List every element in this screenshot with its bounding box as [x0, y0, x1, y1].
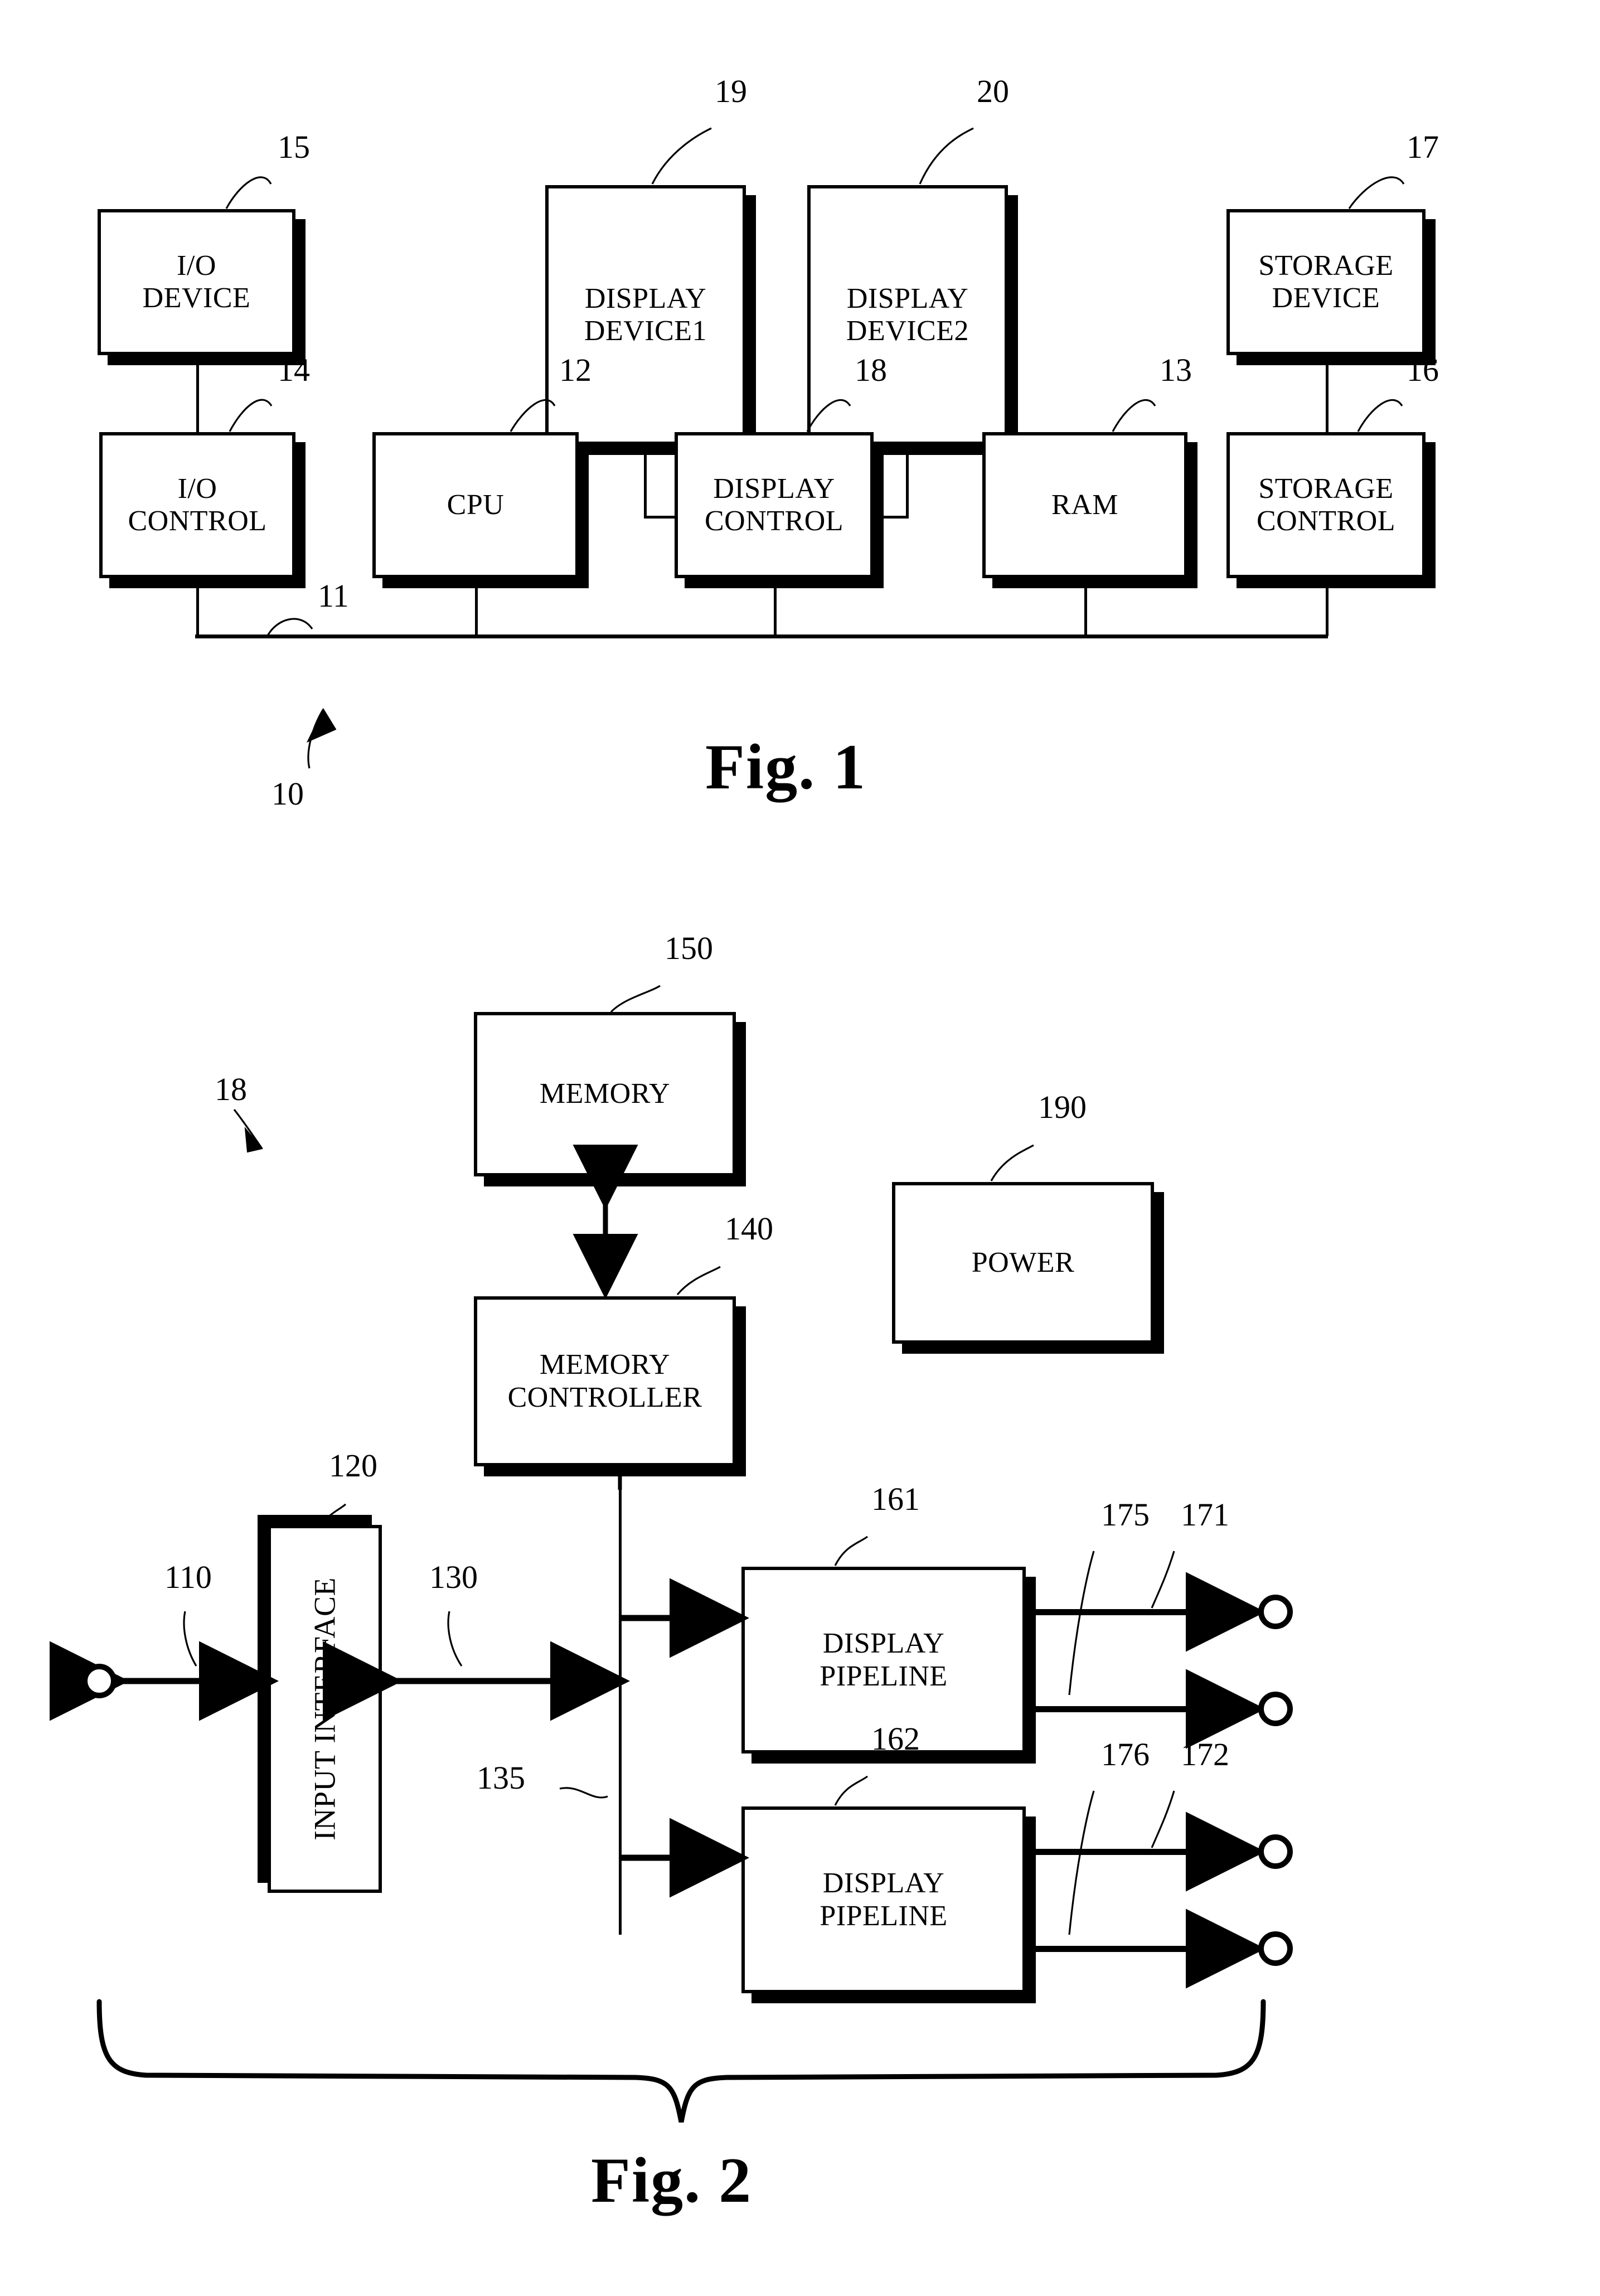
ref-17: 17 — [1407, 129, 1439, 165]
block-storage-control[interactable]: STORAGE CONTROL — [1226, 432, 1426, 578]
block-display-pipeline-2-label: DISPLAY PIPELINE — [820, 1867, 948, 1932]
block-memory-controller[interactable]: MEMORY CONTROLLER — [474, 1296, 736, 1466]
output-terminal-circle-176 — [1258, 1931, 1293, 1966]
ref-10: 10 — [271, 776, 304, 812]
ref-175: 175 — [1101, 1496, 1150, 1533]
line-storage-device-to-storage-control — [1326, 355, 1329, 436]
block-io-device-label: I/O DEVICE — [142, 249, 251, 314]
ref-18: 18 — [855, 352, 887, 388]
block-display-pipeline-2[interactable]: DISPLAY PIPELINE — [741, 1806, 1026, 1993]
output-line-171 — [1031, 1609, 1252, 1615]
ref-110: 110 — [164, 1559, 212, 1595]
ref-130: 130 — [429, 1559, 478, 1595]
block-io-control-label: I/O CONTROL — [128, 472, 267, 537]
block-display-device1-label: DISPLAY DEVICE1 — [584, 282, 707, 347]
patent-figure-sheet: I/O DEVICE DISPLAY DEVICE1 DISPLAY DEVIC… — [0, 0, 1600, 2296]
fig1-system-arrowhead — [306, 708, 337, 743]
ref-190: 190 — [1038, 1089, 1087, 1125]
output-terminal-circle-175 — [1258, 1692, 1293, 1726]
fig2-system-arrowhead — [244, 1126, 263, 1153]
line-display-control-to-bus — [774, 578, 777, 636]
ref-176: 176 — [1101, 1736, 1150, 1772]
input-port-terminal-circle — [82, 1664, 117, 1698]
line-display-device1-down — [644, 444, 647, 517]
output-line-175 — [1031, 1706, 1252, 1712]
block-memory[interactable]: MEMORY — [474, 1012, 736, 1176]
block-io-control[interactable]: I/O CONTROL — [99, 432, 295, 578]
ref-135: 135 — [477, 1760, 525, 1796]
block-storage-control-label: STORAGE CONTROL — [1256, 472, 1396, 537]
block-cpu-label: CPU — [447, 488, 505, 521]
block-input-interface-label: INPUT INTERFACE — [308, 1577, 342, 1841]
block-input-interface[interactable]: INPUT INTERFACE — [268, 1525, 382, 1893]
output-line-176 — [1031, 1946, 1252, 1952]
line-ram-to-bus — [1084, 578, 1087, 636]
line-cpu-to-bus — [475, 578, 478, 636]
block-storage-device-label: STORAGE DEVICE — [1258, 249, 1394, 314]
internal-bus-spine — [619, 1464, 622, 1935]
block-power[interactable]: POWER — [892, 1182, 1154, 1344]
ref-15: 15 — [278, 129, 310, 165]
ref-18-fig2: 18 — [215, 1071, 247, 1107]
block-cpu[interactable]: CPU — [372, 432, 579, 578]
ref-11: 11 — [318, 578, 349, 614]
output-terminal-circle-172 — [1258, 1834, 1293, 1869]
ref-13: 13 — [1160, 352, 1192, 388]
block-display-device2-label: DISPLAY DEVICE2 — [846, 282, 969, 347]
figure-1-caption: Fig. 1 — [705, 732, 867, 803]
ref-20: 20 — [977, 73, 1009, 109]
output-terminal-circle-171 — [1258, 1595, 1293, 1629]
ref-162: 162 — [871, 1721, 920, 1757]
output-line-172 — [1031, 1849, 1252, 1855]
figure-2-caption: Fig. 2 — [591, 2145, 753, 2216]
ref-14: 14 — [278, 352, 310, 388]
block-ram-label: RAM — [1051, 488, 1118, 521]
block-io-device[interactable]: I/O DEVICE — [98, 209, 295, 355]
ref-19: 19 — [715, 73, 747, 109]
ref-171: 171 — [1181, 1496, 1229, 1533]
block-display-pipeline-1-label: DISPLAY PIPELINE — [820, 1627, 948, 1692]
block-display-control[interactable]: DISPLAY CONTROL — [675, 432, 874, 578]
ref-172: 172 — [1181, 1736, 1229, 1772]
block-power-label: POWER — [971, 1246, 1075, 1278]
ref-161: 161 — [871, 1481, 920, 1517]
ref-140: 140 — [725, 1210, 773, 1247]
block-display-device1[interactable]: DISPLAY DEVICE1 — [545, 185, 746, 445]
fig2-grouping-brace — [96, 1999, 1266, 2123]
line-io-control-to-bus — [196, 578, 199, 636]
block-ram[interactable]: RAM — [982, 432, 1187, 578]
block-display-control-label: DISPLAY CONTROL — [704, 472, 844, 537]
ref-16: 16 — [1407, 352, 1439, 388]
ref-120: 120 — [329, 1447, 377, 1484]
ref-150: 150 — [665, 930, 713, 966]
line-storage-control-to-bus — [1326, 578, 1329, 636]
block-memory-label: MEMORY — [539, 1078, 671, 1110]
line-io-device-to-io-control — [196, 355, 199, 436]
line-display-device2-down — [906, 444, 909, 517]
block-display-device2[interactable]: DISPLAY DEVICE2 — [807, 185, 1008, 445]
block-memory-controller-label: MEMORY CONTROLLER — [507, 1349, 702, 1413]
system-bus-line — [195, 634, 1328, 638]
ref-12: 12 — [559, 352, 591, 388]
block-storage-device[interactable]: STORAGE DEVICE — [1226, 209, 1426, 355]
